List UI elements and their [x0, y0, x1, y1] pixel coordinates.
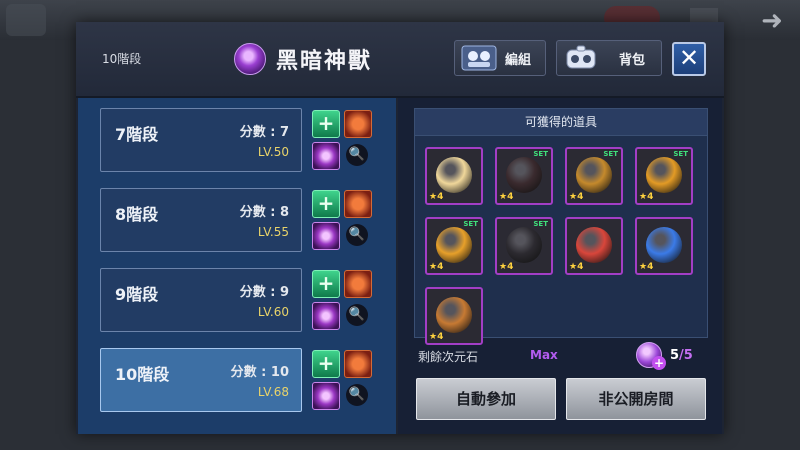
stage-name: 7階段 [115, 125, 159, 144]
black-armor-icon [506, 157, 542, 193]
dark-orb-icon [234, 43, 266, 75]
team-icon [461, 45, 497, 71]
reward-item[interactable]: ★4 SET [425, 217, 483, 275]
item-star-rating: ★4 [569, 192, 584, 202]
stage-row-7[interactable]: 7階段 分數 : 7 LV.50 + 🔍 [100, 108, 375, 172]
reward-item[interactable]: ★4 SET [495, 217, 553, 275]
team-button-label: 編組 [505, 52, 532, 68]
item-star-rating: ★4 [499, 192, 514, 202]
stage-level: LV.60 [257, 305, 289, 319]
dialog-header: 10階段 黑暗神獸 編組 背包 ✕ [76, 22, 724, 98]
dark-beast-dialog: 10階段 黑暗神獸 編組 背包 ✕ 7階段 分數: 7 LV.50 + 🔍 8… [76, 22, 724, 434]
reward-panel: 可獲得的道具 ★4 ★4 SET ★4 SET ★4 SET ★4 SET ★4 SET ★4 ★4 ★4… [398, 98, 722, 434]
reward-item[interactable]: ★4 SET [565, 147, 623, 205]
magnifier-icon[interactable]: 🔍 [346, 144, 368, 166]
golden-staff-icon [576, 157, 612, 193]
item-star-rating: ★4 [569, 262, 584, 272]
stage-card[interactable]: 8階段 分數 : 8 LV.55 [100, 188, 302, 252]
item-set-badge: SET [603, 150, 618, 158]
item-star-rating: ★4 [639, 192, 654, 202]
remaining-stones-label: 剩餘次元石 [418, 350, 479, 364]
stage-card[interactable]: 7階段 分數 : 7 LV.50 [100, 108, 302, 172]
blonde-hair-icon [436, 157, 472, 193]
reward-item[interactable]: ★4 [565, 217, 623, 275]
dark-element-icon[interactable] [312, 302, 340, 330]
private-room-button[interactable]: 非公開房間 [566, 378, 706, 420]
item-star-rating: ★4 [429, 262, 444, 272]
magnifier-icon[interactable]: 🔍 [346, 384, 368, 406]
item-set-badge: SET [533, 220, 548, 228]
fire-debuff-icon[interactable] [344, 270, 372, 298]
heal-buff-icon[interactable]: + [312, 110, 340, 138]
dialog-title-group: 黑暗神獸 [234, 42, 372, 76]
stage-card[interactable]: 9階段 分數 : 9 LV.60 [100, 268, 302, 332]
stage-list: 7階段 分數 : 7 LV.50 + 🔍 8階段 分數 : 8 LV.55 + … [78, 98, 396, 434]
stage-score: 分數 : 10 [230, 365, 289, 380]
stage-name: 8階段 [115, 205, 159, 224]
stones-total: /5 [679, 348, 693, 363]
fire-shield-icon [436, 297, 472, 333]
stage-row-9[interactable]: 9階段 分數 : 9 LV.60 + 🔍 [100, 268, 375, 332]
back-arrow-icon[interactable]: ➜ [752, 6, 792, 36]
magnifier-icon[interactable]: 🔍 [346, 304, 368, 326]
stage-row-10[interactable]: 10階段 分數 : 10 LV.68 + 🔍 [100, 348, 375, 412]
dark-element-icon[interactable] [312, 222, 340, 250]
reward-item[interactable]: ★4 SET [495, 147, 553, 205]
background-menu-icon [6, 4, 46, 36]
blue-crystal-icon [646, 227, 682, 263]
stage-score: 分數 : 8 [239, 205, 289, 220]
meat-icon [576, 227, 612, 263]
stage-level: LV.55 [257, 225, 289, 239]
bag-icon [566, 45, 596, 69]
stage-level: LV.68 [257, 385, 289, 399]
item-star-rating: ★4 [639, 262, 654, 272]
auto-join-button[interactable]: 自動參加 [416, 378, 556, 420]
add-stone-icon[interactable]: + [652, 356, 666, 370]
current-stage-label: 10階段 [102, 52, 142, 66]
reward-item[interactable]: ★4 [425, 147, 483, 205]
stage-score: 分數 : 9 [239, 285, 289, 300]
obtainable-items-title: 可獲得的道具 [415, 109, 707, 136]
dark-element-icon[interactable] [312, 142, 340, 170]
obtainable-items-box: 可獲得的道具 ★4 ★4 SET ★4 SET ★4 SET ★4 SET ★4 SET ★4 ★4 ★4 [414, 108, 708, 345]
fire-debuff-icon[interactable] [344, 350, 372, 378]
stones-count: 5/5 [670, 348, 693, 363]
item-set-badge: SET [533, 150, 548, 158]
item-set-badge: SET [673, 150, 688, 158]
magnifier-icon[interactable]: 🔍 [346, 224, 368, 246]
item-set-badge: SET [463, 220, 478, 228]
item-star-rating: ★4 [429, 192, 444, 202]
dark-element-icon[interactable] [312, 382, 340, 410]
heal-buff-icon[interactable]: + [312, 350, 340, 378]
reward-item[interactable]: ★4 [635, 217, 693, 275]
bag-button[interactable]: 背包 [556, 40, 662, 76]
stage-name: 10階段 [115, 365, 170, 384]
item-star-rating: ★4 [429, 332, 444, 342]
stage-card-selected[interactable]: 10階段 分數 : 10 LV.68 [100, 348, 302, 412]
golden-hook-icon [646, 157, 682, 193]
dark-gauntlet-icon [506, 227, 542, 263]
bag-button-label: 背包 [619, 52, 646, 68]
stage-score: 分數 : 7 [239, 125, 289, 140]
heal-buff-icon[interactable]: + [312, 270, 340, 298]
fire-debuff-icon[interactable] [344, 190, 372, 218]
reward-item[interactable]: ★4 SET [635, 147, 693, 205]
golden-helmet-icon [436, 227, 472, 263]
close-button[interactable]: ✕ [672, 42, 706, 76]
heal-buff-icon[interactable]: + [312, 190, 340, 218]
dialog-title: 黑暗神獸 [276, 49, 373, 74]
reward-item[interactable]: ★4 [425, 287, 483, 345]
item-star-rating: ★4 [499, 262, 514, 272]
fire-debuff-icon[interactable] [344, 110, 372, 138]
stones-max-label: Max [530, 348, 558, 362]
team-button[interactable]: 編組 [454, 40, 546, 76]
stage-row-8[interactable]: 8階段 分數 : 8 LV.55 + 🔍 [100, 188, 375, 252]
stage-name: 9階段 [115, 285, 159, 304]
stones-current: 5 [670, 348, 680, 363]
stage-level: LV.50 [257, 145, 289, 159]
